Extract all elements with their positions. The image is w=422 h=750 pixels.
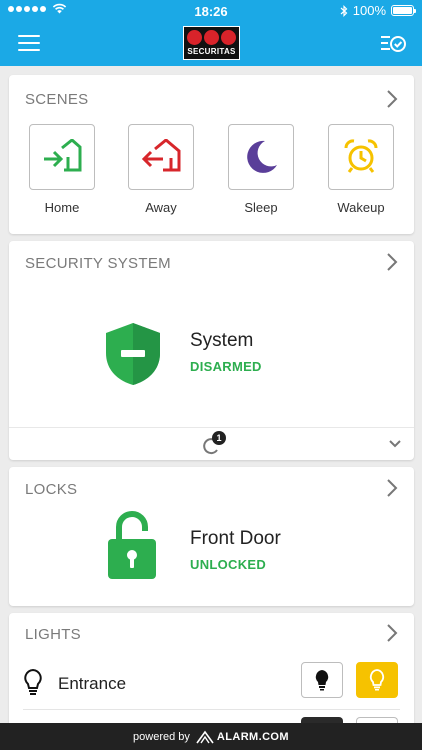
home-arrive-icon bbox=[44, 139, 82, 172]
security-footer: 1 bbox=[9, 427, 414, 461]
nav-bar: SECURITAS bbox=[0, 22, 422, 66]
scene-away[interactable]: Away bbox=[128, 124, 194, 215]
light-off-button[interactable] bbox=[301, 662, 343, 698]
chevron-right-icon[interactable] bbox=[384, 252, 400, 272]
moon-icon bbox=[247, 140, 277, 173]
unlocked-padlock-icon[interactable] bbox=[107, 511, 157, 581]
alarm-com-house-icon bbox=[196, 730, 214, 743]
logo-text: SECURITAS bbox=[187, 47, 236, 56]
locks-card: LOCKS Front Door UNLOCKED bbox=[9, 467, 414, 606]
checklist-icon[interactable] bbox=[380, 32, 406, 56]
security-system-title: SECURITY SYSTEM bbox=[25, 255, 171, 272]
security-device-name: System bbox=[190, 330, 254, 351]
home-leave-icon bbox=[141, 139, 181, 172]
light-name: Entrance bbox=[58, 674, 127, 693]
scene-sleep[interactable]: Sleep bbox=[228, 124, 294, 215]
light-on-button[interactable] bbox=[356, 662, 398, 698]
locks-title: LOCKS bbox=[25, 481, 78, 498]
bulb-off-icon bbox=[315, 670, 329, 691]
battery-percent: 100% bbox=[352, 3, 386, 18]
alarm-com-brand-text: ALARM.COM bbox=[216, 730, 289, 743]
security-system-card: SECURITY SYSTEM System DISARMED 1 bbox=[9, 241, 414, 460]
powered-by-footer: powered by ALARM.COM bbox=[0, 723, 422, 750]
scene-home-tile[interactable] bbox=[29, 124, 95, 190]
scene-home-label: Home bbox=[44, 200, 80, 215]
lock-device-name: Front Door bbox=[190, 528, 281, 549]
chevron-right-icon[interactable] bbox=[384, 623, 400, 643]
lights-card: LIGHTS Entrance bbox=[9, 613, 414, 733]
light-bulb-icon bbox=[24, 669, 42, 695]
bulb-on-icon bbox=[369, 669, 385, 691]
alarm-com-logo: ALARM.COM bbox=[196, 730, 289, 744]
lights-title: LIGHTS bbox=[25, 626, 81, 643]
battery-icon bbox=[391, 5, 416, 16]
chevron-right-icon[interactable] bbox=[384, 89, 400, 109]
scene-away-tile[interactable] bbox=[128, 124, 194, 190]
menu-button[interactable] bbox=[18, 35, 40, 53]
chevron-right-icon[interactable] bbox=[384, 478, 400, 498]
powered-by-text: powered by bbox=[133, 730, 190, 743]
scenes-card: SCENES Home Away Sleep Wakeup bbox=[9, 75, 414, 234]
security-state: DISARMED bbox=[190, 359, 262, 374]
scenes-title: SCENES bbox=[25, 91, 89, 108]
shield-icon[interactable] bbox=[104, 321, 162, 387]
scene-home[interactable]: Home bbox=[29, 124, 95, 215]
status-bar: 18:26 100% bbox=[0, 0, 422, 22]
scene-away-label: Away bbox=[145, 200, 177, 215]
bluetooth-icon bbox=[340, 4, 348, 17]
scene-wakeup[interactable]: Wakeup bbox=[328, 124, 394, 215]
scene-wakeup-tile[interactable] bbox=[328, 124, 394, 190]
scene-sleep-tile[interactable] bbox=[228, 124, 294, 190]
pending-count-badge: 1 bbox=[212, 431, 226, 445]
scene-sleep-label: Sleep bbox=[244, 200, 278, 215]
lock-state: UNLOCKED bbox=[190, 557, 267, 572]
status-right: 100% bbox=[340, 3, 416, 18]
securitas-logo: SECURITAS bbox=[183, 26, 240, 60]
row-divider bbox=[23, 709, 400, 710]
chevron-down-icon[interactable] bbox=[388, 438, 402, 450]
scene-wakeup-label: Wakeup bbox=[337, 200, 385, 215]
alarm-clock-icon bbox=[344, 139, 378, 173]
